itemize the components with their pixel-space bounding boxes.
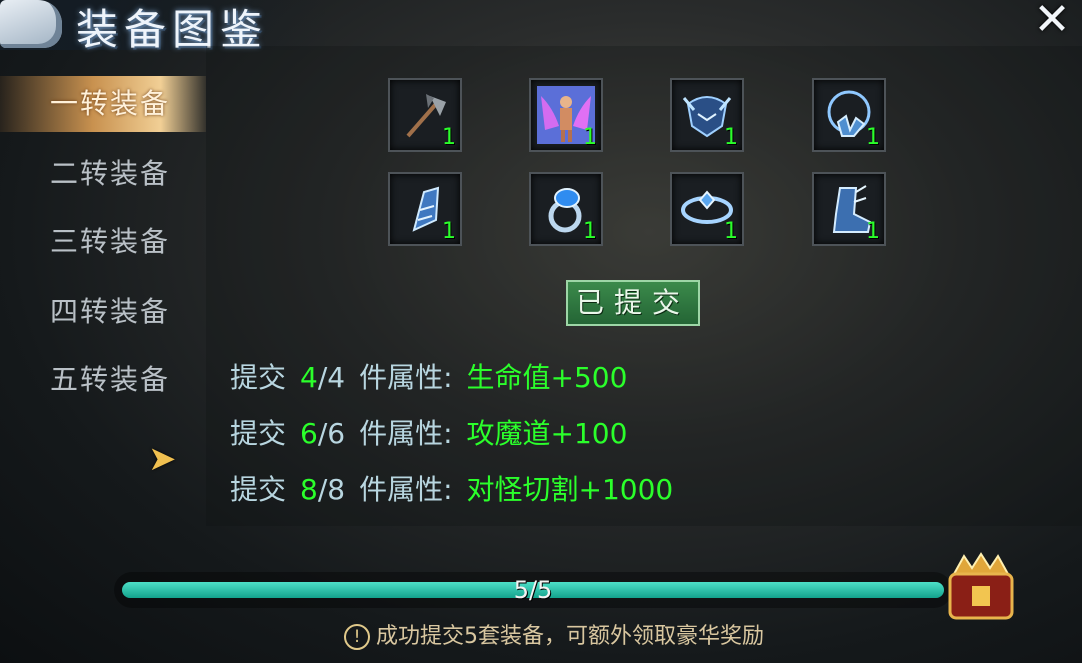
bonus-prefix: 提交 (230, 361, 287, 394)
bonus-prefix: 提交 (230, 473, 287, 506)
bonus-value: 对怪切割+1000 (466, 473, 674, 506)
bonus-middle: 件属性: (359, 417, 453, 450)
item-count: 1 (724, 125, 738, 150)
set-bonus-row: 提交 8/8 件属性: 对怪切割+1000 (230, 468, 674, 506)
bonus-middle: 件属性: (359, 473, 453, 506)
item-count: 1 (724, 219, 738, 244)
tab-rebirth-3[interactable]: 三转装备 (0, 214, 206, 270)
bonus-have-count: 8 (300, 473, 318, 506)
equipment-slot-armor[interactable]: 1 (529, 78, 603, 152)
set-bonus-row: 提交 6/6 件属性: 攻魔道+100 (230, 412, 628, 450)
tab-rebirth-4[interactable]: 四转装备 (0, 284, 206, 340)
bonus-prefix: 提交 (230, 417, 287, 450)
item-count: 1 (866, 219, 880, 244)
item-count: 1 (583, 219, 597, 244)
tab-rebirth-2[interactable]: 二转装备 (0, 146, 206, 202)
submitted-badge: 已提交 (566, 280, 700, 326)
equipment-slot-axe[interactable]: 1 (388, 78, 462, 152)
equipment-slot-necklace[interactable]: 1 (812, 78, 886, 152)
bonus-middle: 件属性: (359, 361, 453, 394)
bonus-need-count: /6 (317, 417, 346, 450)
progress-bar: 5/5 (114, 572, 952, 608)
progress-text: 5/5 (513, 576, 553, 604)
tab-rebirth-1[interactable]: 一转装备 (0, 76, 206, 132)
next-arrow-icon[interactable]: ➤ (148, 442, 178, 476)
hint-text: 成功提交5套装备，可额外领取豪华奖励 (376, 624, 764, 649)
bonus-need-count: /8 (317, 473, 346, 506)
item-count: 1 (583, 125, 597, 150)
sidebar: 一转装备 二转装备 三转装备 四转装备 五转装备 ➤ (0, 64, 206, 524)
bonus-value: 生命值+500 (466, 361, 628, 394)
close-button[interactable]: ✕ (1030, 0, 1074, 44)
item-count: 1 (442, 125, 456, 150)
equipment-slot-boots[interactable]: 1 (812, 172, 886, 246)
reward-chest-icon[interactable] (944, 552, 1018, 624)
bonus-need-count: /4 (317, 361, 346, 394)
bonus-value: 攻魔道+100 (466, 417, 628, 450)
item-count: 1 (866, 125, 880, 150)
item-count: 1 (442, 219, 456, 244)
reward-hint: ! 成功提交5套装备，可额外领取豪华奖励 (344, 618, 764, 650)
set-bonus-row: 提交 4/4 件属性: 生命值+500 (230, 356, 628, 394)
bonus-have-count: 4 (300, 361, 318, 394)
tab-rebirth-5[interactable]: 五转装备 (0, 352, 206, 408)
equipment-slot-bracer[interactable]: 1 (388, 172, 462, 246)
equipment-slot-belt[interactable]: 1 (670, 172, 744, 246)
equipment-slot-ring[interactable]: 1 (529, 172, 603, 246)
exclamation-icon: ! (344, 624, 370, 650)
scroll-icon (0, 0, 62, 48)
bonus-have-count: 6 (300, 417, 318, 450)
title-bar: 装备图鉴 (0, 0, 330, 54)
equipment-slot-helmet[interactable]: 1 (670, 78, 744, 152)
